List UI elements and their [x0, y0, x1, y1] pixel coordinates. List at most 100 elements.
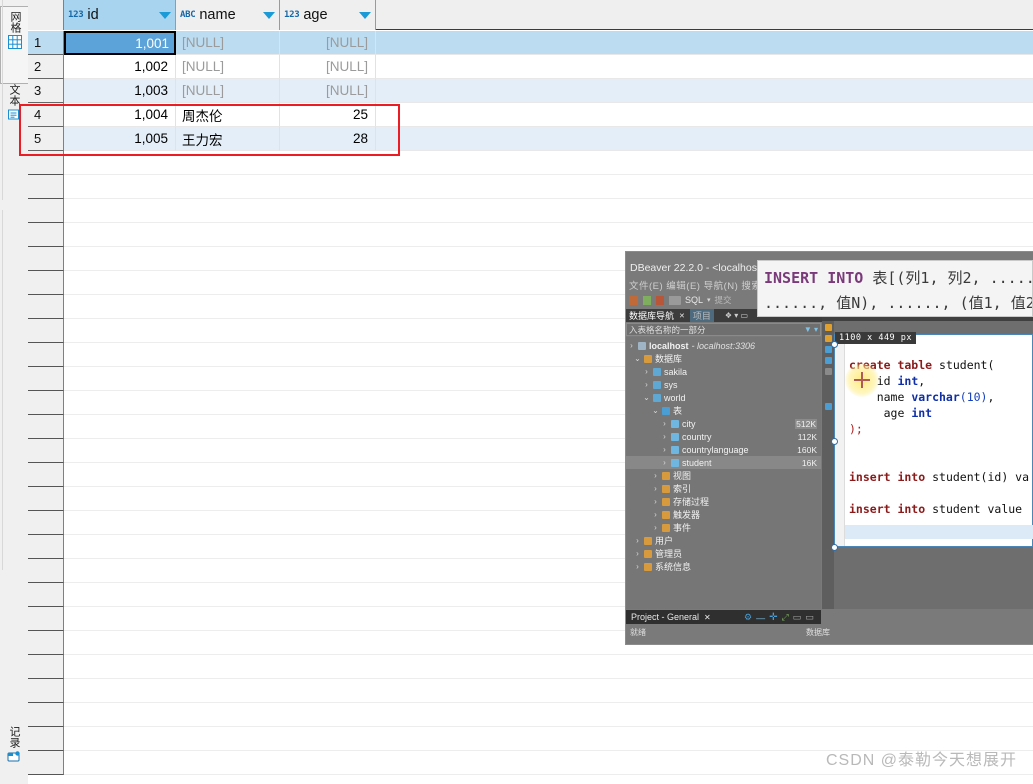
- tree-item-indexes[interactable]: › 索引: [652, 482, 691, 495]
- cell-name[interactable]: [NULL]: [176, 79, 280, 103]
- sidebar-item-record[interactable]: 记录: [0, 726, 28, 778]
- chevron-down-icon[interactable]: [159, 11, 171, 19]
- tree-item-countrylanguage[interactable]: › countrylanguage: [661, 443, 748, 456]
- chevron-down-icon[interactable]: [359, 11, 371, 19]
- sql-button-label[interactable]: SQL: [685, 295, 703, 305]
- export-icon[interactable]: [824, 346, 832, 353]
- explain-icon[interactable]: [824, 357, 832, 364]
- column-header-id[interactable]: 123 id: [64, 0, 176, 30]
- twisty-icon[interactable]: ›: [634, 536, 641, 545]
- tree-item-administrators[interactable]: › 管理员: [634, 547, 682, 560]
- selection-handle-top-left[interactable]: [831, 341, 838, 348]
- twisty-icon[interactable]: ›: [634, 562, 641, 571]
- more-icon[interactable]: [824, 368, 832, 375]
- column-header-age[interactable]: 123 age: [280, 0, 376, 30]
- cell-age[interactable]: [NULL]: [280, 55, 376, 79]
- tree-item-triggers[interactable]: › 触发器: [652, 508, 700, 521]
- table-row[interactable]: 2 1,002 [NULL] [NULL]: [28, 55, 1033, 79]
- twisty-icon[interactable]: ›: [661, 458, 668, 467]
- cell-id[interactable]: 1,001: [64, 31, 176, 55]
- tab-database-navigator[interactable]: 数据库导航: [629, 309, 674, 322]
- nav-tool-icons[interactable]: ❖ ▾ ▭: [725, 311, 748, 320]
- row-number[interactable]: 2: [28, 55, 64, 79]
- twisty-icon[interactable]: ›: [661, 419, 668, 428]
- add-icon[interactable]: ✛: [769, 612, 777, 623]
- table-row[interactable]: 1 1,001 [NULL] [NULL]: [28, 31, 1033, 55]
- selection-handle-mid-left[interactable]: [831, 438, 838, 445]
- cell-name[interactable]: 周杰伦: [176, 103, 280, 127]
- twisty-icon[interactable]: ›: [652, 510, 659, 519]
- tree-item-procedures[interactable]: › 存储过程: [652, 495, 709, 508]
- sidebar-item-grid[interactable]: 网格: [0, 6, 30, 84]
- tree-item-sakila[interactable]: › sakila: [643, 365, 687, 378]
- twisty-icon[interactable]: ›: [643, 380, 650, 389]
- table-row[interactable]: 3 1,003 [NULL] [NULL]: [28, 79, 1033, 103]
- settings-gear-icon[interactable]: ⚙: [744, 612, 752, 623]
- tree-item-databases[interactable]: ⌄ 数据库: [634, 352, 682, 365]
- cell-age[interactable]: 25: [280, 103, 376, 127]
- twisty-icon[interactable]: ›: [652, 484, 659, 493]
- embedded-database-tree[interactable]: › localhost - localhost:3306 ⌄ 数据库 › sak…: [626, 337, 821, 609]
- embedded-filter-input[interactable]: 入表格名称的一部分 ▼ ▾: [626, 323, 821, 336]
- tree-item-city[interactable]: › city: [661, 417, 695, 430]
- tree-item-world[interactable]: ⌄ world: [643, 391, 685, 404]
- twisty-icon[interactable]: ›: [652, 471, 659, 480]
- tree-item-systeminfo[interactable]: › 系统信息: [634, 560, 691, 573]
- grid-corner-cell[interactable]: [28, 0, 64, 30]
- minimize-icon[interactable]: —: [756, 613, 765, 623]
- close-icon[interactable]: ✕: [704, 613, 711, 622]
- tree-item-student[interactable]: › student: [626, 456, 821, 469]
- table-row[interactable]: 5 1,005 王力宏 28: [28, 127, 1033, 151]
- row-number[interactable]: 3: [28, 79, 64, 103]
- embedded-sql-code-pane[interactable]: create table student( id int, name varch…: [834, 334, 1033, 547]
- cell-name[interactable]: [NULL]: [176, 55, 280, 79]
- tree-item-views[interactable]: › 视图: [652, 469, 691, 482]
- run-script-icon[interactable]: [824, 335, 832, 342]
- cell-age[interactable]: [NULL]: [280, 31, 376, 55]
- cell-id[interactable]: 1,004: [64, 103, 176, 127]
- twisty-icon[interactable]: ›: [661, 445, 668, 454]
- cell-age[interactable]: [NULL]: [280, 79, 376, 103]
- twisty-icon[interactable]: ›: [628, 341, 635, 350]
- selection-handle-bottom-left[interactable]: [831, 544, 838, 551]
- restore-icon[interactable]: ⤢: [781, 612, 788, 623]
- embedded-panel-buttons[interactable]: ⚙ — ✛ ⤢ ▭ ▭: [744, 612, 814, 623]
- twisty-icon[interactable]: ›: [652, 497, 659, 506]
- commit-button-label[interactable]: 提交: [715, 294, 732, 306]
- tree-item-localhost[interactable]: › localhost - localhost:3306: [628, 339, 755, 352]
- row-number[interactable]: 4: [28, 103, 64, 127]
- cell-id[interactable]: 1,003: [64, 79, 176, 103]
- chevron-down-icon[interactable]: ▾: [707, 296, 711, 304]
- embedded-editor-gutter[interactable]: [822, 321, 834, 612]
- panel-icon[interactable]: [824, 403, 832, 410]
- tree-item-users[interactable]: › 用户: [634, 534, 673, 547]
- collapse-icon[interactable]: ▭: [793, 612, 802, 623]
- row-number[interactable]: 5: [28, 127, 64, 151]
- row-number[interactable]: 1: [28, 31, 64, 55]
- cell-id[interactable]: 1,005: [64, 127, 176, 151]
- twisty-icon[interactable]: ›: [643, 367, 650, 376]
- cell-name[interactable]: 王力宏: [176, 127, 280, 151]
- twisty-icon[interactable]: ›: [661, 432, 668, 441]
- table-row[interactable]: 4 1,004 周杰伦 25: [28, 103, 1033, 127]
- cell-age[interactable]: 28: [280, 127, 376, 151]
- tree-item-country[interactable]: › country: [661, 430, 711, 443]
- twisty-icon[interactable]: ⌄: [634, 354, 641, 363]
- tree-item-sys[interactable]: › sys: [643, 378, 677, 391]
- maximize-icon[interactable]: ▭: [805, 612, 814, 623]
- close-icon[interactable]: ✕: [679, 312, 685, 320]
- column-header-name[interactable]: ABC name: [176, 0, 280, 30]
- cell-id[interactable]: 1,002: [64, 55, 176, 79]
- twisty-icon[interactable]: ›: [652, 523, 659, 532]
- sidebar-item-text[interactable]: 文本: [0, 84, 28, 146]
- tree-item-events[interactable]: › 事件: [652, 521, 691, 534]
- chevron-down-icon[interactable]: [263, 11, 275, 19]
- tab-projects[interactable]: 项目: [689, 309, 714, 322]
- tree-item-tables[interactable]: ⌄ 表: [652, 404, 682, 417]
- twisty-icon[interactable]: ⌄: [652, 406, 659, 415]
- twisty-icon[interactable]: ⌄: [643, 393, 650, 402]
- run-icon[interactable]: [824, 324, 832, 331]
- twisty-icon[interactable]: ›: [634, 549, 641, 558]
- filter-icon[interactable]: ▼ ▾: [804, 325, 818, 334]
- cell-name[interactable]: [NULL]: [176, 31, 280, 55]
